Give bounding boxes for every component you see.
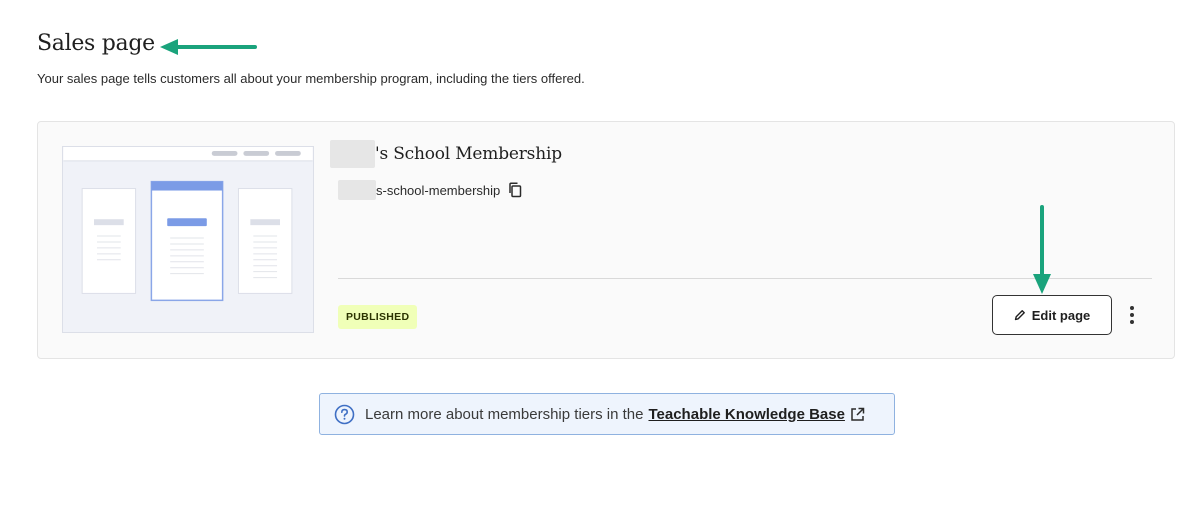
slug-text: s-school-membership [376,182,501,198]
status-badge: PUBLISHED [338,305,418,329]
page-description: Your sales page tells customers all abou… [37,71,585,86]
card-divider [338,278,1152,279]
redacted-name [330,140,375,168]
help-circle-icon [334,404,355,425]
redacted-slug [338,180,376,200]
membership-program-name: 's School Membership [330,139,562,169]
sales-page-thumbnail [62,146,314,333]
more-options-button[interactable] [1122,301,1142,329]
knowledge-base-link[interactable]: Teachable Knowledge Base [648,406,844,423]
pencil-icon [1014,309,1026,321]
annotation-arrow-left [160,39,257,55]
info-text: Learn more about membership tiers in the [365,405,644,423]
copy-icon[interactable] [508,182,522,198]
edit-page-label: Edit page [1031,307,1091,323]
more-vertical-icon [1130,306,1134,324]
edit-page-button[interactable]: Edit page [992,295,1112,335]
external-link-icon[interactable] [850,407,865,422]
sales-page-slug: s-school-membership [338,179,522,201]
sales-page-card: 's School Membership s-school-membership… [37,121,1175,359]
knowledge-base-info-banner: Learn more about membership tiers in the… [319,393,895,435]
program-name-text: 's School Membership [375,144,562,164]
page-title: Sales page [37,31,155,56]
annotation-arrow-down [1033,205,1051,294]
